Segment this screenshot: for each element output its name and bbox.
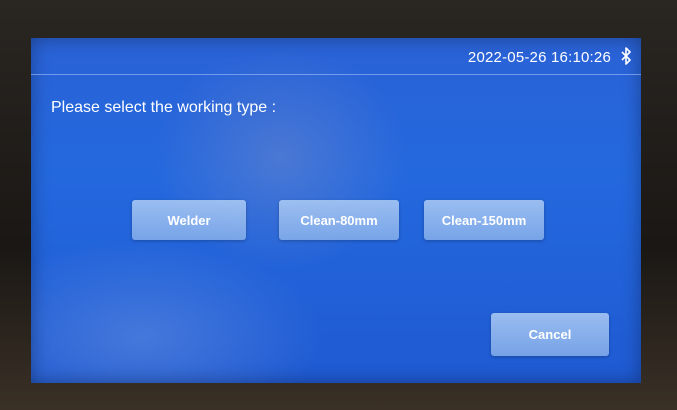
clean-80mm-button[interactable]: Clean-80mm <box>279 200 399 240</box>
cancel-button[interactable]: Cancel <box>491 313 609 356</box>
bluetooth-icon <box>621 47 631 65</box>
clean-150mm-button[interactable]: Clean-150mm <box>424 200 544 240</box>
welder-button[interactable]: Welder <box>132 200 246 240</box>
working-type-prompt: Please select the working type : <box>51 99 277 116</box>
datetime-display: 2022-05-26 16:10:26 <box>467 49 611 66</box>
status-bar: 2022-05-26 16:10:26 <box>31 38 641 75</box>
touch-screen: 2022-05-26 16:10:26 Please select the wo… <box>31 38 641 383</box>
